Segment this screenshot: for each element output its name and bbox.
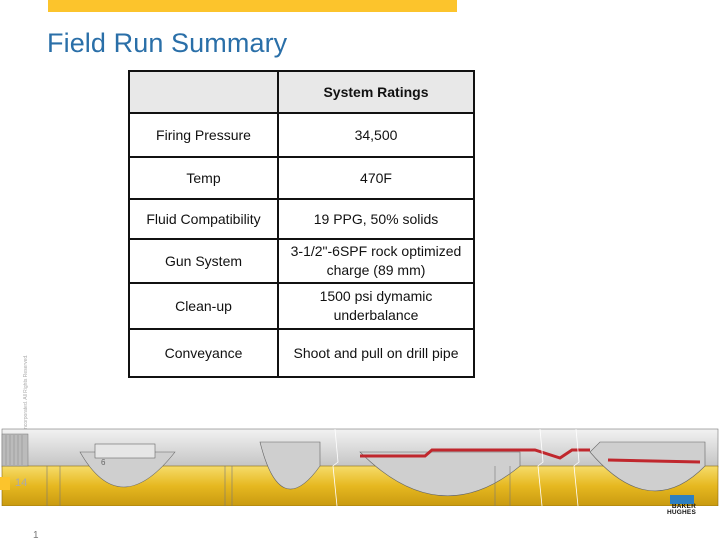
table-row: Conveyance Shoot and pull on drill pipe: [128, 328, 475, 378]
baker-hughes-logo: BAKER HUGHES: [660, 495, 696, 516]
row-label: Temp: [128, 156, 279, 200]
table-header-row: System Ratings: [128, 70, 475, 114]
row-label: Conveyance: [128, 328, 279, 378]
slide-title: Field Run Summary: [47, 28, 288, 58]
row-value: 1500 psi dymamic underbalance: [277, 282, 475, 330]
row-value: 3-1/2"-6SPF rock optimized charge (89 mm…: [277, 238, 475, 284]
logo-mark-icon: [670, 495, 694, 504]
detonating-cord-2: [607, 458, 701, 464]
footer-mark: 1: [33, 530, 39, 541]
illustration-label: 6: [101, 458, 106, 467]
table-row: Firing Pressure 34,500: [128, 112, 475, 158]
row-label: Fluid Compatibility: [128, 198, 279, 240]
page-number: 14: [15, 477, 28, 489]
header-cell-empty: [128, 70, 279, 114]
row-value: Shoot and pull on drill pipe: [277, 328, 475, 378]
table-row: Gun System 3-1/2"-6SPF rock optimized ch…: [128, 238, 475, 284]
header-cell-system-ratings: System Ratings: [277, 70, 475, 114]
table-row: Clean-up 1500 psi dymamic underbalance: [128, 282, 475, 330]
row-value: 470F: [277, 156, 475, 200]
system-ratings-table: System Ratings Firing Pressure 34,500 Te…: [128, 70, 475, 378]
row-value: 19 PPG, 50% solids: [277, 198, 475, 240]
top-accent-bar: [48, 0, 457, 12]
row-label: Clean-up: [128, 282, 279, 330]
perforating-gun-illustration: 6: [1, 428, 719, 506]
row-value: 34,500: [277, 112, 475, 158]
logo-line-2: HUGHES: [666, 509, 696, 516]
table-row: Temp 470F: [128, 156, 475, 200]
row-label: Firing Pressure: [128, 112, 279, 158]
page-number-marker: [0, 477, 10, 490]
row-label: Gun System: [128, 238, 279, 284]
table-row: Fluid Compatibility 19 PPG, 50% solids: [128, 198, 475, 240]
